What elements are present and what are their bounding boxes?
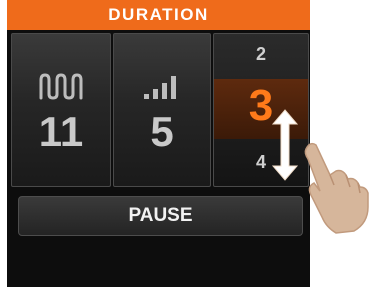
- picker-option-prev[interactable]: 2: [214, 44, 308, 65]
- signal-bars-icon: [144, 76, 176, 99]
- wave-value: 11: [38, 108, 84, 155]
- wave-tile[interactable]: 11: [11, 33, 111, 187]
- pointing-hand-icon: [304, 142, 369, 234]
- level-tile[interactable]: 5: [113, 33, 211, 187]
- level-value: 5: [150, 108, 174, 155]
- header-title: DURATION: [7, 0, 310, 30]
- device-screen: DURATION 11 5 2 3 4 PAUSE: [7, 0, 310, 287]
- square-wave-icon: [39, 73, 83, 100]
- pause-button[interactable]: PAUSE: [18, 196, 303, 236]
